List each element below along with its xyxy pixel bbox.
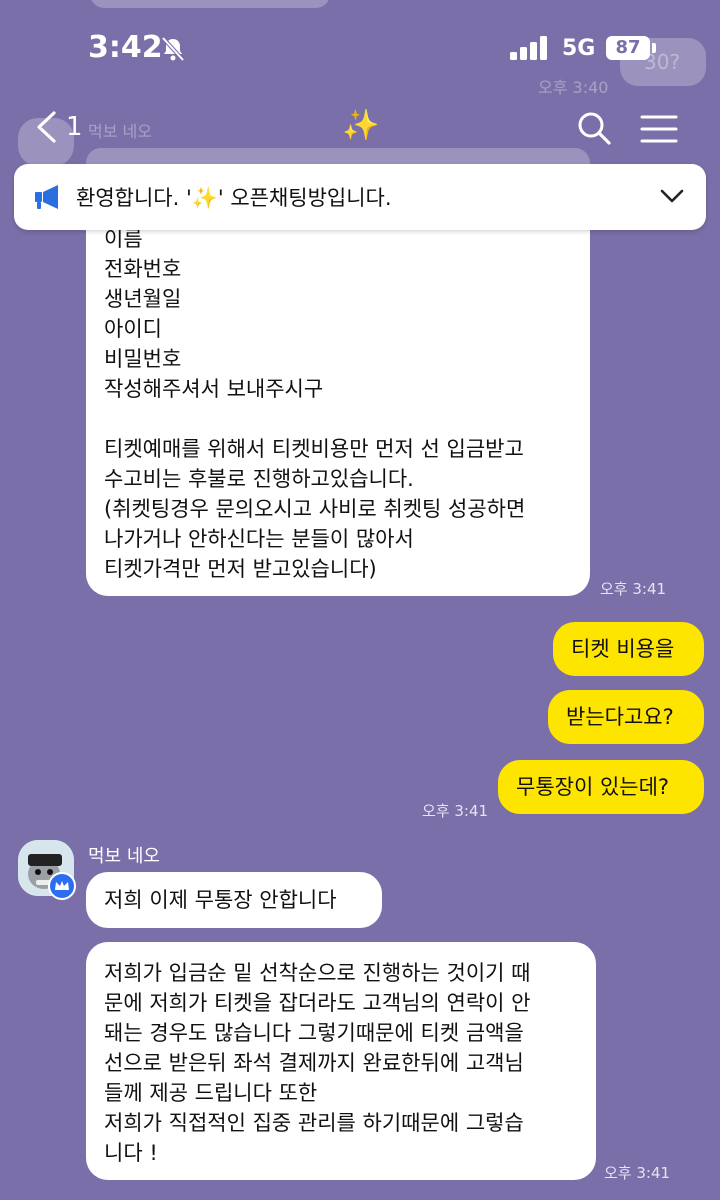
crown-icon (55, 881, 69, 890)
message-line (104, 404, 525, 434)
host-crown-badge (48, 872, 76, 900)
sender-name: 먹보 네오 (88, 846, 160, 867)
battery-icon: 87 (606, 36, 650, 60)
search-icon[interactable] (576, 110, 612, 146)
outgoing-message-bubble: 티켓 비용을 (553, 622, 704, 676)
message-line: 수고비는 후불로 진행하고있습니다. (104, 467, 414, 491)
megaphone-icon (35, 185, 58, 209)
chevron-down-icon[interactable] (660, 188, 684, 204)
message-line: 저희가 입금순 밑 선착순으로 진행하는 것이기 때 (104, 961, 531, 985)
message-line: 티켓예매를 위해서 티켓비용만 먼저 선 입금받고 (104, 437, 524, 461)
battery-tip (652, 43, 656, 53)
message-text: 저희 이제 무통장 안합니다 (104, 888, 337, 912)
outgoing-message-bubble: 무통장이 있는데? (498, 760, 704, 814)
incoming-message-bubble: 저희 이제 무통장 안합니다 (86, 872, 382, 928)
message-time: 오후 3:41 (422, 802, 489, 820)
message-text: 티켓 비용을 (571, 637, 675, 661)
bell-muted-icon (161, 36, 185, 62)
message-line: 나가거나 안하신다는 분들이 많아서 (104, 527, 414, 551)
message-line: 생년월일 (104, 287, 182, 311)
message-text: 이름 전화번호 생년월일 아이디 비밀번호 작성해주셔서 보내주시구 티켓예매를 위해서 … (104, 224, 525, 584)
network-type: 5G (562, 36, 596, 61)
message-line: 니다 ! (104, 1141, 158, 1165)
unread-count[interactable]: 1 (66, 112, 83, 142)
incoming-message-bubble: 저희가 입금순 밑 선착순으로 진행하는 것이기 때문에 저희가 티켓을 잡더라… (86, 942, 596, 1180)
incoming-message-bubble: 이름 전화번호 생년월일 아이디 비밀번호 작성해주셔서 보내주시구 티켓예매를 위해서 … (86, 206, 590, 596)
message-text: 무통장이 있는데? (516, 775, 670, 799)
announcement-text: 환영합니다. '✨' 오픈채팅방입니다. (76, 186, 392, 210)
clock-time: 3:42 (88, 30, 163, 65)
hamburger-menu-icon[interactable] (640, 114, 678, 144)
signal-bars-icon (510, 36, 547, 60)
message-line: 들께 제공 드립니다 또한 (104, 1081, 318, 1105)
message-line: 아이디 (104, 317, 162, 341)
message-text: 받는다고요? (566, 705, 674, 729)
message-time: 오후 3:41 (604, 1164, 671, 1182)
announcement-banner[interactable]: 환영합니다. '✨' 오픈채팅방입니다. (14, 164, 706, 230)
status-bar: 3:42 5G 87 (0, 0, 720, 100)
message-line: 저희가 직접적인 집중 관리를 하기때문에 그렇습 (104, 1111, 524, 1135)
outgoing-message-bubble: 받는다고요? (548, 690, 704, 744)
message-text: 저희가 입금순 밑 선착순으로 진행하는 것이기 때문에 저희가 티켓을 잡더라… (104, 958, 530, 1168)
message-time: 오후 3:41 (600, 580, 667, 598)
message-line: (취켓팅경우 문의오시고 사비로 취켓팅 성공하면 (104, 497, 526, 521)
message-line: 비밀번호 (104, 347, 182, 371)
message-line: 돼는 경우도 많습니다 그렇기때문에 티켓 금액을 (104, 1021, 524, 1045)
message-line: 티켓가격만 먼저 받고있습니다) (104, 557, 377, 581)
message-line: 선으로 받은뒤 좌석 결제까지 완료한뒤에 고객님 (104, 1051, 524, 1075)
message-line: 작성해주셔서 보내주시구 (104, 377, 324, 401)
chat-room-title: ✨ (342, 108, 380, 143)
back-arrow-icon[interactable] (34, 110, 58, 144)
message-line: 전화번호 (104, 257, 182, 281)
message-line: 문에 저희가 티켓을 잡더라도 고객님의 연락이 안 (104, 991, 531, 1015)
